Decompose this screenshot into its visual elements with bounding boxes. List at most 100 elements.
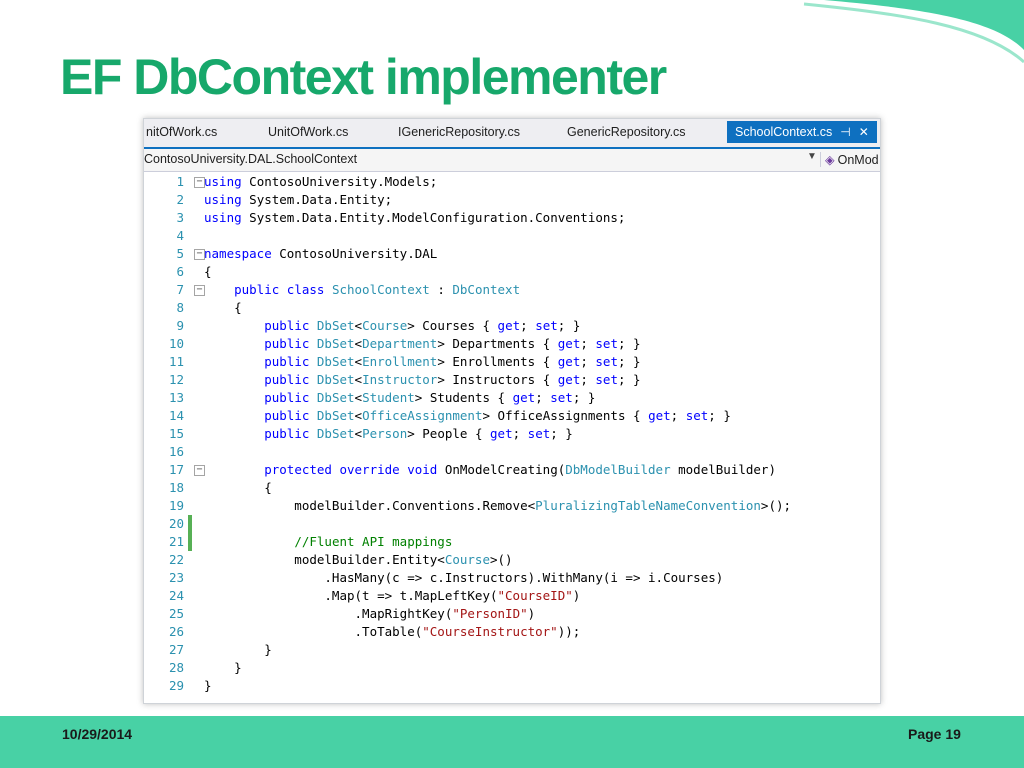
code-line[interactable]: 4 — [144, 227, 880, 245]
code-line[interactable]: 16 — [144, 443, 880, 461]
navigation-bar: ContosoUniversity.DAL.SchoolContext ▼ ◈ O… — [144, 149, 880, 172]
code-line[interactable]: 28 } — [144, 659, 880, 677]
footer-bar — [0, 716, 1024, 768]
code-line[interactable]: 26 .ToTable("CourseInstructor")); — [144, 623, 880, 641]
code-line[interactable]: 23 .HasMany(c => c.Instructors).WithMany… — [144, 569, 880, 587]
code-text: modelBuilder.Entity<Course>() — [204, 552, 513, 567]
line-number: 5 — [176, 246, 184, 261]
line-number: 3 — [176, 210, 184, 225]
tab-unitofwork-partial[interactable]: nitOfWork.cs — [146, 125, 217, 139]
line-number: 20 — [168, 516, 184, 531]
line-number: 21 — [168, 534, 184, 549]
line-number: 9 — [176, 318, 184, 333]
code-line[interactable]: 18 { — [144, 479, 880, 497]
code-text: .HasMany(c => c.Instructors).WithMany(i … — [204, 570, 724, 585]
code-text: using System.Data.Entity.ModelConfigurat… — [204, 210, 626, 225]
code-text: } — [204, 678, 212, 693]
code-line[interactable]: 24 .Map(t => t.MapLeftKey("CourseID") — [144, 587, 880, 605]
code-line[interactable]: 3 using System.Data.Entity.ModelConfigura… — [144, 209, 880, 227]
line-number: 16 — [168, 444, 184, 459]
line-number: 19 — [168, 498, 184, 513]
line-number: 1 — [176, 174, 184, 189]
code-line[interactable]: 21 //Fluent API mappings — [144, 533, 880, 551]
code-line[interactable]: 29} — [144, 677, 880, 695]
member-selector[interactable]: ◈ OnMod — [820, 152, 879, 167]
member-selector-label: OnMod — [837, 153, 879, 167]
code-line[interactable]: 13 public DbSet<Student> Students { get;… — [144, 389, 880, 407]
code-line[interactable]: 7− public class SchoolContext : DbContex… — [144, 281, 880, 299]
code-line[interactable]: 6{ — [144, 263, 880, 281]
line-number: 28 — [168, 660, 184, 675]
line-number: 7 — [176, 282, 184, 297]
code-text: public DbSet<Instructor> Instructors { g… — [264, 372, 641, 387]
code-text: public DbSet<Person> People { get; set; … — [264, 426, 573, 441]
code-line[interactable]: 20 — [144, 515, 880, 533]
tab-genericrepository[interactable]: GenericRepository.cs — [567, 125, 686, 139]
code-text: modelBuilder.Conventions.Remove<Pluraliz… — [204, 498, 792, 513]
code-text: } — [204, 642, 272, 657]
tab-unitofwork[interactable]: UnitOfWork.cs — [268, 125, 348, 139]
editor-tab-bar: nitOfWork.cs UnitOfWork.cs IGenericRepos… — [144, 119, 880, 149]
code-text: protected override void OnModelCreating(… — [264, 462, 776, 477]
code-line[interactable]: 19 modelBuilder.Conventions.Remove<Plura… — [144, 497, 880, 515]
line-number: 10 — [168, 336, 184, 351]
line-number: 12 — [168, 372, 184, 387]
code-line[interactable]: 25 .MapRightKey("PersonID") — [144, 605, 880, 623]
code-text: { — [204, 264, 212, 279]
code-line[interactable]: 14 public DbSet<OfficeAssignment> Office… — [144, 407, 880, 425]
line-number: 26 — [168, 624, 184, 639]
code-line[interactable]: 2 using System.Data.Entity; — [144, 191, 880, 209]
code-text: public DbSet<Student> Students { get; se… — [264, 390, 596, 405]
line-number: 18 — [168, 480, 184, 495]
chevron-down-icon[interactable]: ▼ — [807, 151, 817, 162]
code-text: public class SchoolContext : DbContext — [234, 282, 521, 297]
code-line[interactable]: 12 public DbSet<Instructor> Instructors … — [144, 371, 880, 389]
slide-title: EF DbContext implementer — [60, 49, 667, 105]
tab-schoolcontext-label: SchoolContext.cs — [735, 125, 833, 139]
code-line[interactable]: 11 public DbSet<Enrollment> Enrollments … — [144, 353, 880, 371]
code-text: namespace ContosoUniversity.DAL — [204, 246, 438, 261]
method-icon: ◈ — [825, 153, 835, 167]
code-line[interactable]: 22 modelBuilder.Entity<Course>() — [144, 551, 880, 569]
code-text: .Map(t => t.MapLeftKey("CourseID") — [204, 588, 581, 603]
line-number: 6 — [176, 264, 184, 279]
line-number: 14 — [168, 408, 184, 423]
line-number: 4 — [176, 228, 184, 243]
line-number: 24 — [168, 588, 184, 603]
code-text: } — [204, 660, 242, 675]
change-indicator — [188, 515, 192, 533]
line-number: 15 — [168, 426, 184, 441]
line-number: 17 — [168, 462, 184, 477]
line-number: 22 — [168, 552, 184, 567]
code-text: { — [204, 300, 242, 315]
code-line[interactable]: 8 { — [144, 299, 880, 317]
code-text: public DbSet<Enrollment> Enrollments { g… — [264, 354, 641, 369]
code-text: .ToTable("CourseInstructor")); — [204, 624, 581, 639]
tab-schoolcontext[interactable]: SchoolContext.cs ⊣ ✕ — [727, 121, 877, 143]
code-line[interactable]: 10 public DbSet<Department> Departments … — [144, 335, 880, 353]
footer-date: 10/29/2014 — [62, 726, 133, 742]
code-line[interactable]: 15 public DbSet<Person> People { get; se… — [144, 425, 880, 443]
code-text: .MapRightKey("PersonID") — [204, 606, 536, 621]
code-text: public DbSet<Department> Departments { g… — [264, 336, 641, 351]
line-number: 27 — [168, 642, 184, 657]
tab-igenericrepository[interactable]: IGenericRepository.cs — [398, 125, 520, 139]
line-number: 8 — [176, 300, 184, 315]
class-selector[interactable]: ContosoUniversity.DAL.SchoolContext — [144, 152, 357, 166]
footer-page-number: Page 19 — [908, 726, 961, 742]
code-line[interactable]: 17− protected override void OnModelCreat… — [144, 461, 880, 479]
code-line[interactable]: 27 } — [144, 641, 880, 659]
line-number: 29 — [168, 678, 184, 693]
code-line[interactable]: 9 public DbSet<Course> Courses { get; se… — [144, 317, 880, 335]
line-number: 25 — [168, 606, 184, 621]
code-text: //Fluent API mappings — [294, 534, 453, 549]
close-icon[interactable]: ✕ — [859, 121, 869, 143]
code-line[interactable]: 5− namespace ContosoUniversity.DAL — [144, 245, 880, 263]
line-number: 23 — [168, 570, 184, 585]
code-text: using ContosoUniversity.Models; — [204, 174, 438, 189]
pin-icon[interactable]: ⊣ — [840, 121, 850, 143]
line-number: 2 — [176, 192, 184, 207]
code-line[interactable]: 1− using ContosoUniversity.Models; — [144, 173, 880, 191]
code-text: public DbSet<Course> Courses { get; set;… — [264, 318, 581, 333]
code-area[interactable]: 1− using ContosoUniversity.Models; 2 using … — [144, 173, 880, 703]
